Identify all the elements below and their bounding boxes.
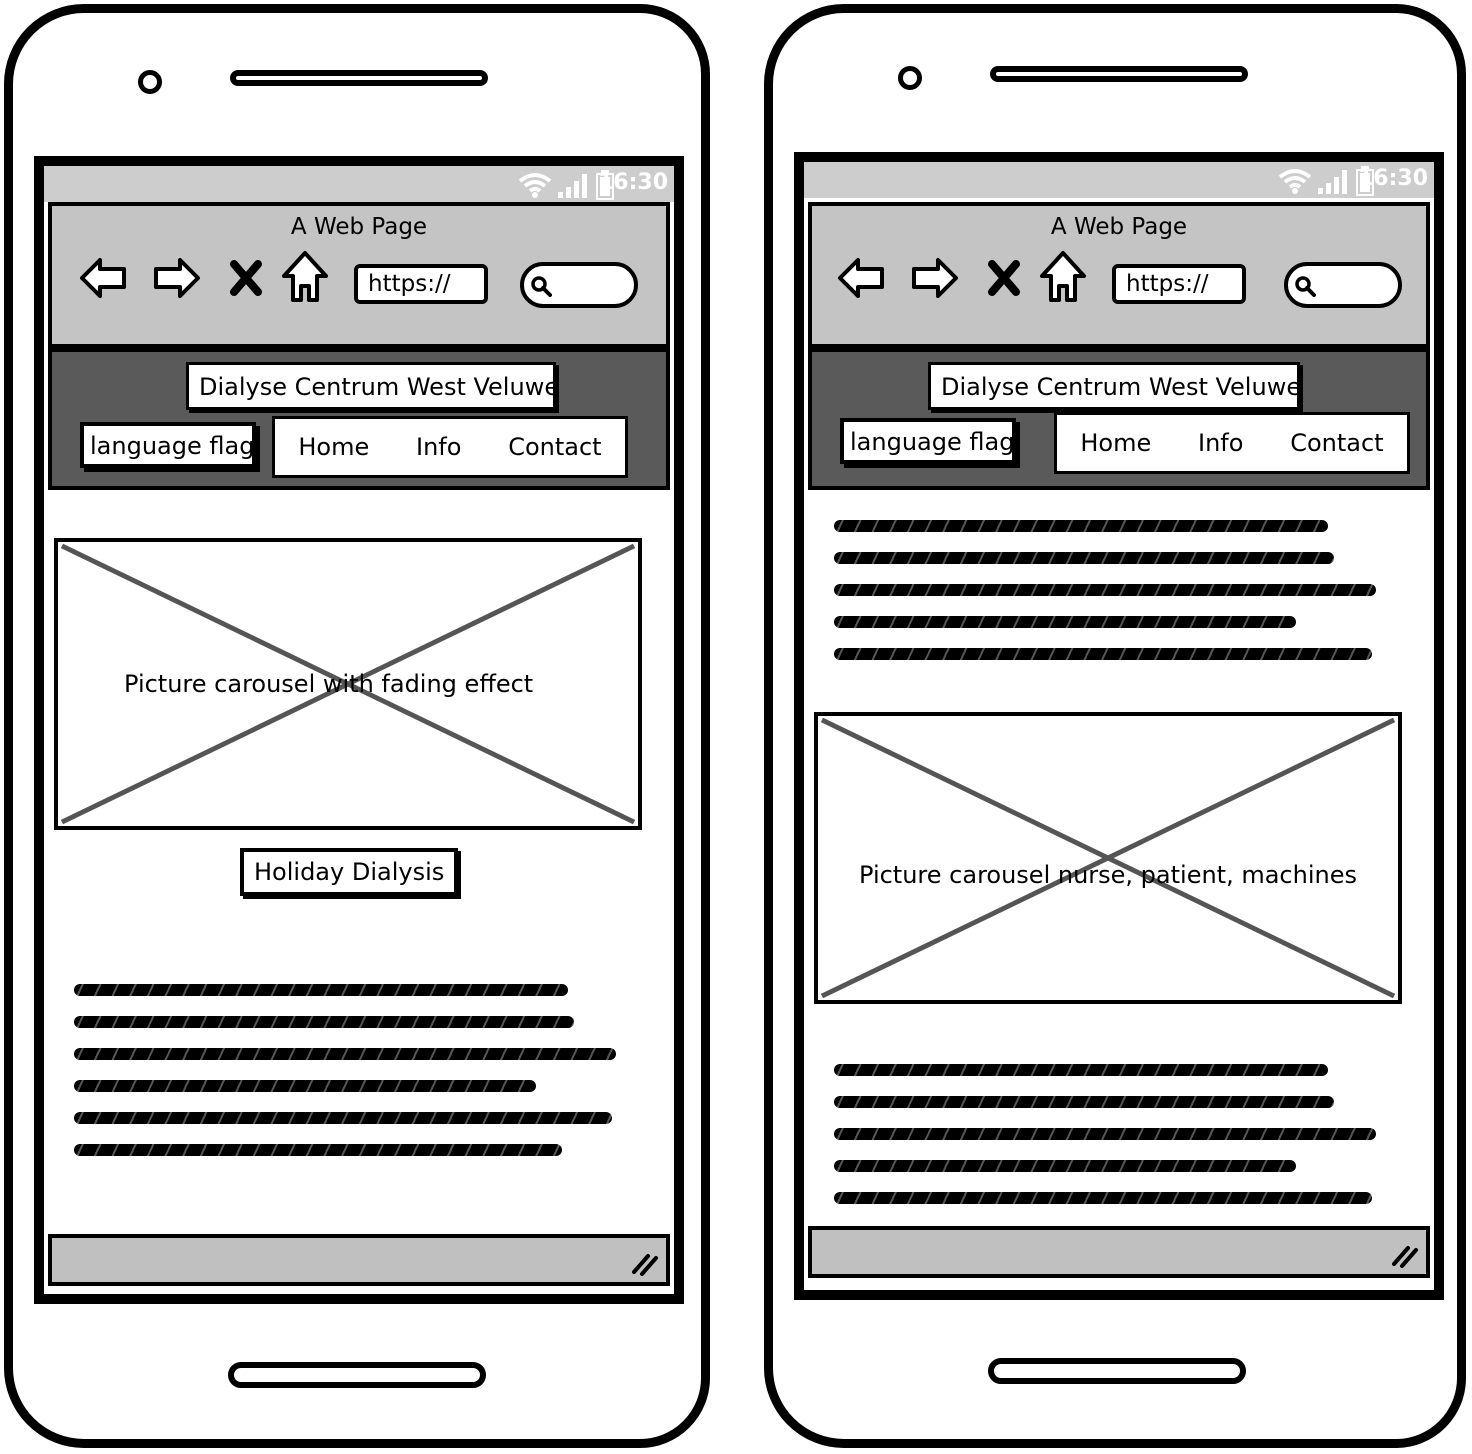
text-line bbox=[74, 1080, 536, 1092]
front-camera bbox=[138, 70, 162, 94]
url-input[interactable]: https:// bbox=[1112, 264, 1246, 304]
nav-item-info[interactable]: Info bbox=[416, 433, 461, 461]
back-arrow-icon[interactable] bbox=[836, 256, 886, 300]
holiday-dialysis-button[interactable]: Holiday Dialysis bbox=[240, 848, 459, 896]
status-time: 16:30 bbox=[597, 170, 668, 195]
nav-item-home[interactable]: Home bbox=[1080, 429, 1151, 457]
main-navigation: Home Info Contact bbox=[272, 416, 628, 478]
intro-text bbox=[834, 520, 1394, 670]
nav-item-home[interactable]: Home bbox=[298, 433, 369, 461]
text-line bbox=[834, 616, 1296, 628]
image-carousel[interactable]: Picture carousel nurse, patient, machine… bbox=[814, 712, 1402, 1004]
phone-left: 16:30 A Web Page https:// Dialyse Centru… bbox=[0, 0, 736, 1454]
text-line bbox=[74, 984, 568, 996]
text-line bbox=[74, 1048, 616, 1060]
text-line bbox=[74, 1144, 562, 1156]
carousel-label: Picture carousel with fading effect bbox=[124, 670, 534, 698]
close-icon[interactable] bbox=[226, 256, 266, 300]
language-flag-button[interactable]: language flag bbox=[840, 418, 1016, 464]
site-header: Dialyse Centrum West Veluwe language fla… bbox=[48, 348, 670, 490]
earpiece-speaker bbox=[230, 70, 488, 86]
signal-icon bbox=[558, 174, 587, 198]
nav-item-contact[interactable]: Contact bbox=[1290, 429, 1383, 457]
text-line bbox=[834, 520, 1328, 532]
site-title: Dialyse Centrum West Veluwe bbox=[186, 362, 559, 410]
body-text bbox=[74, 984, 634, 1174]
wifi-icon bbox=[1278, 169, 1312, 194]
browser-search-input[interactable] bbox=[1284, 262, 1402, 308]
forward-arrow-icon[interactable] bbox=[152, 256, 202, 300]
wifi-icon bbox=[518, 173, 552, 198]
url-input[interactable]: https:// bbox=[354, 264, 488, 304]
image-carousel[interactable]: Picture carousel with fading effect bbox=[54, 538, 642, 830]
carousel-label: Picture carousel nurse, patient, machine… bbox=[859, 861, 1357, 890]
signal-icon bbox=[1318, 170, 1347, 194]
home-icon[interactable] bbox=[280, 250, 330, 304]
phone-screen: 16:30 A Web Page https:// Dialyse Centru… bbox=[34, 156, 684, 1304]
browser-chrome: A Web Page https:// bbox=[808, 202, 1430, 348]
nav-item-contact[interactable]: Contact bbox=[508, 433, 601, 461]
browser-status-bar bbox=[808, 1226, 1430, 1278]
text-line bbox=[834, 584, 1376, 596]
page-content: Picture carousel nurse, patient, machine… bbox=[808, 490, 1430, 1220]
text-line bbox=[74, 1016, 574, 1028]
main-navigation: Home Info Contact bbox=[1054, 412, 1410, 474]
resize-grip-icon[interactable] bbox=[630, 1250, 660, 1276]
body-text bbox=[834, 1064, 1394, 1214]
browser-chrome: A Web Page https:// bbox=[48, 202, 670, 348]
home-icon[interactable] bbox=[1038, 250, 1088, 304]
browser-title: A Web Page bbox=[290, 214, 428, 240]
site-title: Dialyse Centrum West Veluwe bbox=[928, 362, 1301, 410]
nav-item-info[interactable]: Info bbox=[1198, 429, 1243, 457]
close-icon[interactable] bbox=[984, 256, 1024, 300]
site-header: Dialyse Centrum West Veluwe language fla… bbox=[808, 348, 1430, 490]
text-line bbox=[834, 1096, 1334, 1108]
bottom-speaker bbox=[228, 1362, 486, 1388]
forward-arrow-icon[interactable] bbox=[910, 256, 960, 300]
bottom-speaker bbox=[988, 1358, 1246, 1384]
text-line bbox=[74, 1112, 612, 1124]
resize-grip-icon[interactable] bbox=[1390, 1242, 1420, 1268]
text-line bbox=[834, 1160, 1296, 1172]
earpiece-speaker bbox=[990, 66, 1248, 82]
status-bar: 16:30 bbox=[804, 162, 1434, 198]
back-arrow-icon[interactable] bbox=[78, 256, 128, 300]
browser-search-input[interactable] bbox=[520, 262, 638, 308]
browser-title: A Web Page bbox=[1050, 214, 1188, 240]
language-flag-button[interactable]: language flag bbox=[80, 422, 256, 468]
phone-screen: 16:30 A Web Page https:// Dialyse Centru… bbox=[794, 152, 1444, 1300]
status-bar: 16:30 bbox=[44, 166, 674, 202]
text-line bbox=[834, 552, 1334, 564]
front-camera bbox=[898, 66, 922, 90]
phone-right: 16:30 A Web Page https:// Dialyse Centru… bbox=[736, 0, 1472, 1454]
image-placeholder-cross bbox=[820, 717, 1396, 999]
browser-status-bar bbox=[48, 1234, 670, 1286]
text-line bbox=[834, 648, 1372, 660]
page-content: Picture carousel with fading effect Holi… bbox=[48, 490, 670, 1224]
text-line bbox=[834, 1128, 1376, 1140]
text-line bbox=[834, 1192, 1372, 1204]
search-icon bbox=[1295, 276, 1316, 297]
text-line bbox=[834, 1064, 1328, 1076]
status-time: 16:30 bbox=[1357, 166, 1428, 191]
search-icon bbox=[531, 276, 552, 297]
